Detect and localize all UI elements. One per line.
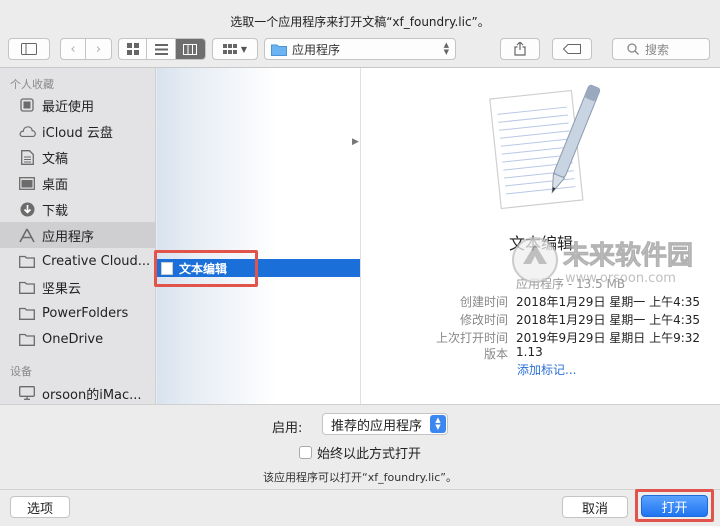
path-selector[interactable]: 应用程序 ▲ ▼ bbox=[264, 38, 456, 60]
folder-icon bbox=[18, 305, 36, 321]
group-by-button[interactable]: ▼ bbox=[212, 38, 258, 60]
tag-button[interactable] bbox=[552, 38, 592, 60]
sidebar-toggle-button[interactable] bbox=[8, 38, 50, 60]
sidebar-icon bbox=[21, 43, 37, 55]
sidebar-item-recents[interactable]: 最近使用 bbox=[0, 92, 155, 118]
sidebar-item-label: 应用程序 bbox=[42, 229, 95, 245]
always-open-checkbox[interactable] bbox=[299, 446, 312, 459]
grid-group-icon bbox=[222, 44, 237, 54]
meta-value: 2019年9月29日 星期日 上午9:32 bbox=[516, 331, 701, 345]
svg-text:未来软件园: 未来软件园 bbox=[563, 241, 693, 271]
search-field[interactable]: 搜索 bbox=[612, 38, 710, 60]
list-icon bbox=[154, 43, 168, 55]
nav-buttons: ‹ › bbox=[60, 38, 112, 60]
devices-header: 设备 bbox=[10, 365, 32, 378]
chevron-right-icon: › bbox=[95, 41, 102, 57]
column-view-button[interactable] bbox=[175, 39, 205, 59]
search-placeholder: 搜索 bbox=[645, 42, 670, 57]
column-background bbox=[157, 68, 360, 404]
options-button[interactable]: 选项 bbox=[10, 496, 70, 518]
meta-key: 修改时间 bbox=[459, 313, 508, 327]
tag-icon bbox=[563, 44, 581, 54]
sidebar-item-onedrive[interactable]: OneDrive bbox=[0, 326, 155, 352]
cloud-icon bbox=[18, 123, 36, 139]
forward-button[interactable]: › bbox=[86, 39, 111, 59]
always-open-label: 始终以此方式打开 bbox=[317, 447, 422, 462]
desktop-icon bbox=[18, 175, 36, 191]
sidebar-item-label: iCloud 云盘 bbox=[42, 125, 113, 141]
clock-icon bbox=[18, 97, 36, 113]
chevron-down-icon: ▼ bbox=[240, 44, 248, 54]
document-icon bbox=[18, 149, 36, 165]
highlight-box-selected-item bbox=[154, 250, 258, 287]
meta-value: 2018年1月29日 星期一 上午4:35 bbox=[516, 313, 701, 327]
highlight-box-open-button bbox=[635, 489, 714, 522]
download-icon bbox=[18, 201, 36, 217]
textedit-app-icon bbox=[489, 84, 601, 210]
meta-key: 版本 bbox=[483, 347, 508, 361]
always-open-row: 始终以此方式打开 bbox=[299, 443, 421, 462]
folder-icon bbox=[18, 279, 36, 295]
grid-icon bbox=[126, 43, 139, 55]
path-label: 应用程序 bbox=[292, 42, 341, 57]
sidebar-item-label: 下载 bbox=[42, 203, 69, 219]
meta-key: 上次打开时间 bbox=[435, 331, 508, 345]
applications-folder-icon bbox=[271, 44, 287, 56]
svg-text:www.orsoon.com: www.orsoon.com bbox=[565, 271, 676, 286]
compatibility-note: 该应用程序可以打开“xf_foundry.lic”。 bbox=[263, 471, 457, 484]
sidebar-item-documents[interactable]: 文稿 bbox=[0, 144, 155, 170]
imac-icon bbox=[18, 385, 36, 401]
icon-view-button[interactable] bbox=[119, 39, 148, 59]
enable-select[interactable]: 推荐的应用程序 ▲ ▼ bbox=[322, 413, 448, 435]
list-view-button[interactable] bbox=[147, 39, 176, 59]
meta-value: 2018年1月29日 星期一 上午4:35 bbox=[516, 295, 701, 309]
sidebar-item-downloads[interactable]: 下载 bbox=[0, 196, 155, 222]
sidebar-item-label: Creative Cloud... bbox=[42, 253, 151, 269]
meta-value: 1.13 bbox=[516, 345, 543, 359]
toolbar: ‹ › ▼ 应用程序 ▲ ▼ 搜索 bbox=[0, 30, 720, 68]
sidebar-item-imac[interactable]: orsoon的iMac... bbox=[0, 380, 155, 404]
sidebar-item-creative-cloud[interactable]: Creative Cloud... bbox=[0, 248, 155, 274]
sidebar-item-label: orsoon的iMac... bbox=[42, 387, 142, 403]
back-button[interactable]: ‹ bbox=[61, 39, 87, 59]
sidebar-item-label: 最近使用 bbox=[42, 99, 95, 115]
disclosure-arrow-icon: ▶ bbox=[352, 137, 359, 147]
sidebar-item-jianguoyun[interactable]: 坚果云 bbox=[0, 274, 155, 300]
sidebar-item-label: 桌面 bbox=[42, 177, 69, 193]
sidebar-item-powerfolders[interactable]: PowerFolders bbox=[0, 300, 155, 326]
up-down-icon: ▲ ▼ bbox=[443, 41, 449, 56]
sidebar: 个人收藏 最近使用 iCloud 云盘 文稿 桌面 下载 应用程序 Creati… bbox=[0, 68, 156, 404]
cancel-button[interactable]: 取消 bbox=[562, 496, 628, 518]
meta-key: 创建时间 bbox=[459, 295, 508, 309]
share-icon bbox=[514, 42, 526, 56]
favorites-header: 个人收藏 bbox=[10, 78, 54, 91]
search-icon bbox=[627, 43, 639, 55]
share-button[interactable] bbox=[500, 38, 540, 60]
preview-pane: 文本编辑 应用程序 - 13.5 MB 创建时间 2018年1月29日 星期一 … bbox=[360, 68, 720, 404]
up-down-icon: ▲ ▼ bbox=[430, 415, 446, 433]
view-mode-buttons bbox=[118, 38, 206, 60]
divider bbox=[0, 489, 720, 490]
sidebar-item-icloud[interactable]: iCloud 云盘 bbox=[0, 118, 155, 144]
enable-label: 启用: bbox=[272, 421, 303, 436]
add-tags-link[interactable]: 添加标记... bbox=[517, 361, 576, 378]
sidebar-item-label: PowerFolders bbox=[42, 305, 129, 321]
sidebar-item-label: OneDrive bbox=[42, 331, 104, 347]
window-title: 选取一个应用程序来打开文稿“xf_foundry.lic”。 bbox=[230, 15, 490, 29]
folder-icon bbox=[18, 331, 36, 347]
sidebar-item-label: 文稿 bbox=[42, 151, 69, 167]
folder-icon bbox=[18, 253, 36, 269]
watermark-logo: 未来软件园 www.orsoon.com bbox=[512, 237, 693, 286]
sidebar-item-desktop[interactable]: 桌面 bbox=[0, 170, 155, 196]
enable-select-value: 推荐的应用程序 bbox=[331, 418, 423, 434]
chevron-left-icon: ‹ bbox=[70, 41, 76, 57]
columns-icon bbox=[183, 43, 198, 55]
sidebar-item-label: 坚果云 bbox=[42, 281, 82, 297]
file-column: ▶ 文本编辑 bbox=[157, 68, 360, 404]
sidebar-item-applications[interactable]: 应用程序 bbox=[0, 222, 155, 248]
applications-icon bbox=[18, 227, 36, 243]
